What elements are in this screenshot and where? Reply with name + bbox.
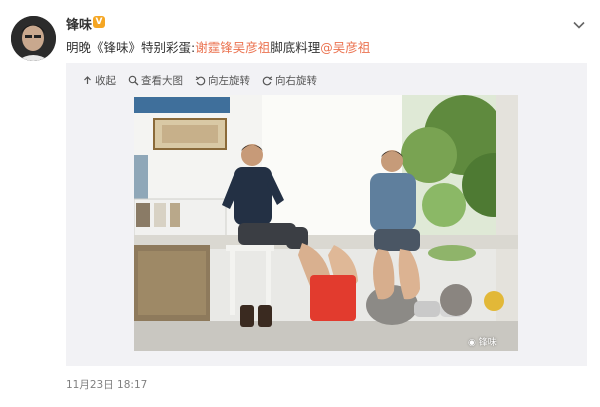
- mention-link[interactable]: @吴彦祖: [320, 40, 370, 55]
- post-text-prefix: 明晚《锋味》特别彩蛋:: [66, 40, 196, 55]
- rotate-right-icon: [262, 75, 273, 85]
- watermark-label: 锋味: [478, 338, 497, 348]
- photo-watermark: ◉ 锋味: [468, 335, 497, 348]
- username[interactable]: 锋味: [66, 14, 92, 33]
- post-text-middle: 脚底料理: [270, 40, 321, 55]
- rotate-right-button[interactable]: 向右旋转: [262, 72, 317, 88]
- view-large-button[interactable]: 查看大图: [128, 72, 183, 88]
- rotate-left-icon: [195, 75, 206, 85]
- post-timestamp[interactable]: 11月23日 18:17: [66, 377, 147, 392]
- search-icon: [128, 75, 139, 85]
- verified-badge-icon: V: [93, 16, 105, 28]
- post-photo[interactable]: [134, 95, 518, 351]
- collapse-icon: [84, 75, 91, 84]
- media-toolbar: 收起 查看大图 向左旋转 向右旋转: [82, 72, 317, 88]
- rotate-left-button[interactable]: 向左旋转: [195, 72, 250, 88]
- post-text: 明晚《锋味》特别彩蛋:谢霆锋吴彦祖脚底料理@吴彦祖: [66, 37, 370, 56]
- collapse-label: 收起: [95, 74, 116, 87]
- avatar[interactable]: [11, 16, 56, 61]
- rotate-right-label: 向右旋转: [275, 74, 317, 87]
- chevron-down-icon[interactable]: [572, 17, 586, 31]
- post-link-names[interactable]: 谢霆锋吴彦祖: [195, 40, 270, 55]
- rotate-left-label: 向左旋转: [208, 74, 250, 87]
- collapse-button[interactable]: 收起: [82, 72, 116, 88]
- view-large-label: 查看大图: [141, 74, 183, 87]
- weibo-icon: ◉: [468, 338, 476, 348]
